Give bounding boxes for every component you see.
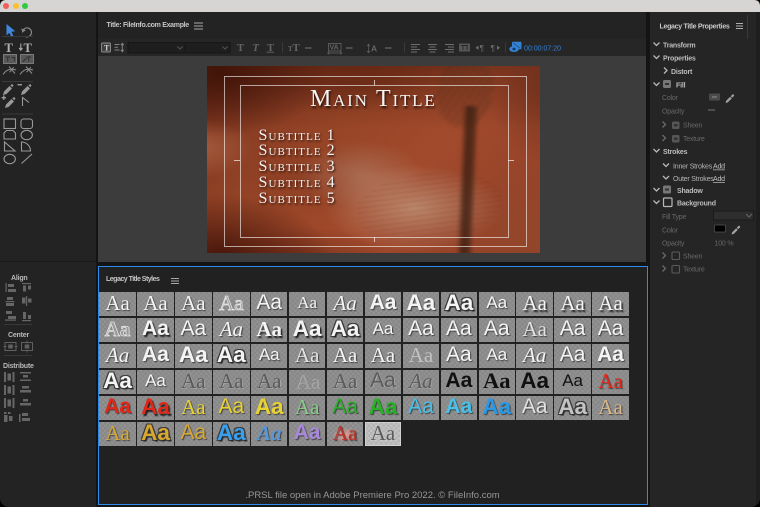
- svg-text:Distribute: Distribute: [3, 363, 34, 370]
- svg-text:Sheen: Sheen: [683, 254, 703, 261]
- svg-text:VA: VA: [330, 45, 339, 52]
- svg-text:¶: ¶: [480, 43, 485, 53]
- svg-text:Distort: Distort: [671, 69, 693, 76]
- svg-text:Color: Color: [662, 95, 679, 102]
- svg-text:T: T: [24, 41, 33, 55]
- svg-text:Inner Strokes: Inner Strokes: [673, 164, 713, 171]
- svg-text:Outer Strokes: Outer Strokes: [673, 176, 714, 183]
- svg-text:Texture: Texture: [683, 136, 705, 143]
- svg-text:T: T: [104, 43, 110, 52]
- svg-text:A: A: [371, 44, 377, 54]
- svg-text:Shadow: Shadow: [677, 188, 703, 195]
- svg-text:Add: Add: [713, 164, 725, 171]
- svg-text:T: T: [293, 42, 301, 54]
- svg-text:Texture: Texture: [683, 267, 705, 274]
- svg-text:Opacity: Opacity: [662, 109, 685, 116]
- svg-text:Fill: Fill: [676, 83, 686, 90]
- svg-text:Color: Color: [662, 228, 679, 235]
- svg-text:Center: Center: [8, 332, 29, 339]
- svg-text:100 %: 100 %: [715, 241, 734, 248]
- svg-text:Fill Type: Fill Type: [662, 214, 686, 221]
- svg-text:Sheen: Sheen: [683, 123, 703, 130]
- svg-text:Add: Add: [713, 176, 725, 183]
- svg-text:Opacity: Opacity: [662, 241, 685, 248]
- svg-text:Strokes: Strokes: [663, 149, 688, 156]
- svg-text:Align: Align: [11, 275, 28, 282]
- svg-text:T: T: [237, 43, 244, 54]
- svg-text:Transform: Transform: [663, 43, 695, 50]
- svg-text:Properties: Properties: [663, 56, 696, 63]
- svg-text:Legacy Title Properties: Legacy Title Properties: [660, 24, 730, 31]
- svg-text:T: T: [253, 43, 260, 54]
- svg-text:Background: Background: [677, 201, 716, 208]
- svg-text:00:00:07:20: 00:00:07:20: [524, 44, 561, 53]
- svg-text:T: T: [5, 41, 14, 55]
- svg-text:¶: ¶: [491, 43, 496, 53]
